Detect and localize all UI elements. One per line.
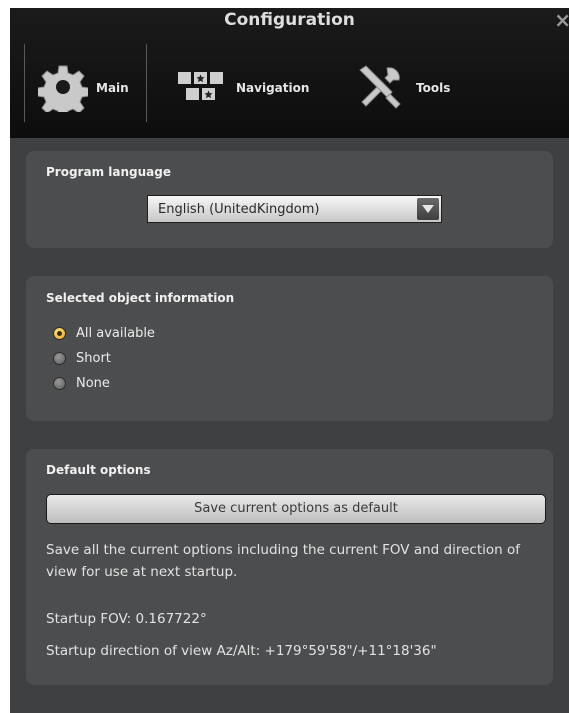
top-toolbar: Configuration × Main Navigation Tools — [10, 8, 569, 138]
object-info-panel: Selected object information All availabl… — [26, 276, 553, 421]
radio-label: None — [76, 376, 110, 391]
tab-main-label: Main — [96, 81, 129, 95]
configuration-window: Configuration × Main Navigation Tools Pr… — [10, 8, 569, 713]
navigation-icon — [178, 70, 228, 107]
tab-tools[interactable]: Tools — [354, 60, 450, 116]
close-icon[interactable]: × — [554, 8, 569, 32]
default-options-panel: Default options Save current options as … — [26, 449, 553, 685]
radio-checked-icon — [53, 327, 66, 340]
startup-direction: Startup direction of view Az/Alt: +179°5… — [46, 643, 437, 659]
startup-fov: Startup FOV: 0.167722° — [46, 611, 207, 627]
tab-separator — [146, 44, 147, 122]
radio-short[interactable]: Short — [53, 351, 111, 366]
chevron-down-icon[interactable] — [417, 198, 439, 220]
radio-unchecked-icon — [53, 352, 66, 365]
radio-unchecked-icon — [53, 377, 66, 390]
program-language-panel: Program language English (UnitedKingdom) — [26, 151, 553, 248]
object-info-title: Selected object information — [46, 291, 235, 305]
radio-label: Short — [76, 351, 111, 366]
program-language-title: Program language — [46, 165, 171, 179]
language-select[interactable]: English (UnitedKingdom) — [147, 195, 442, 223]
tab-navigation-label: Navigation — [236, 81, 310, 95]
tab-main[interactable]: Main — [36, 60, 129, 118]
radio-all-available[interactable]: All available — [53, 326, 155, 341]
gear-icon — [36, 62, 90, 118]
tools-icon — [354, 62, 408, 115]
tab-navigation[interactable]: Navigation — [178, 60, 309, 116]
language-select-value: English (UnitedKingdom) — [158, 202, 320, 217]
default-options-description: Save all the current options including t… — [46, 542, 520, 580]
radio-none[interactable]: None — [53, 376, 110, 391]
tab-separator — [24, 44, 25, 122]
window-title: Configuration — [224, 10, 355, 30]
default-options-title: Default options — [46, 463, 151, 477]
save-default-button[interactable]: Save current options as default — [46, 494, 546, 524]
radio-label: All available — [76, 326, 155, 341]
tab-tools-label: Tools — [416, 81, 451, 95]
